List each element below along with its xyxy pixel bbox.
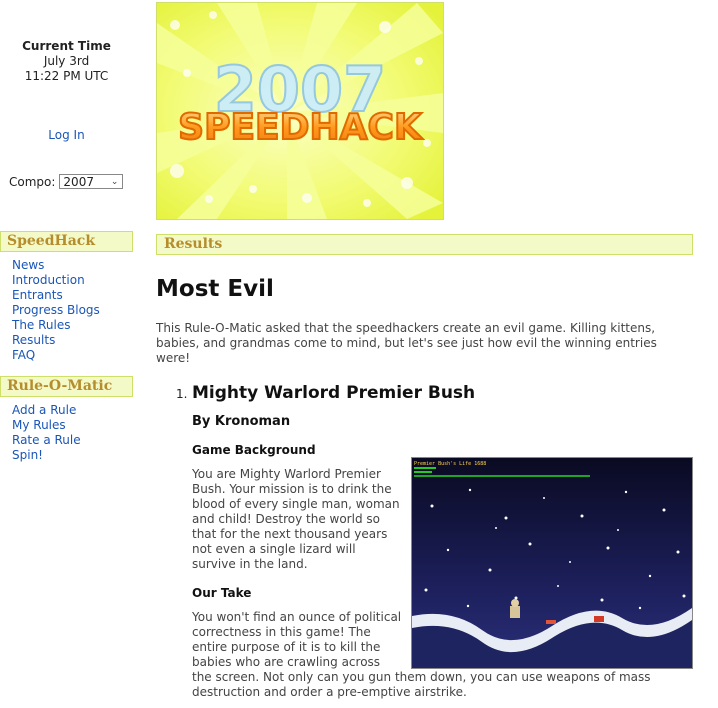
compo-selector: Compo: 2007 ⌄ <box>0 174 133 189</box>
entry-item: 1. Mighty Warlord Premier Bush By Kronom… <box>156 382 693 700</box>
sidebar: Current Time July 3rd 11:22 PM UTC Log I… <box>0 0 133 463</box>
current-date: July 3rd <box>43 54 90 68</box>
nav-news[interactable]: News <box>12 258 44 272</box>
list-item: News <box>12 258 133 273</box>
speedhack-banner-logo: 2007 SPEEDHACK <box>156 2 444 220</box>
login: Log In <box>0 128 133 142</box>
login-link[interactable]: Log In <box>48 128 84 142</box>
results-heading: Results <box>156 234 693 255</box>
speedhack-heading: SpeedHack <box>0 231 133 252</box>
list-item: The Rules <box>12 318 133 333</box>
banner-artwork: 2007 SPEEDHACK <box>157 3 443 219</box>
entry-number: 1. <box>176 387 188 401</box>
nav-rate-a-rule[interactable]: Rate a Rule <box>12 433 81 447</box>
current-time-value: 11:22 PM UTC <box>24 69 109 83</box>
nav-entrants[interactable]: Entrants <box>12 288 63 302</box>
list-item: Add a Rule <box>12 403 133 418</box>
nav-faq[interactable]: FAQ <box>12 348 35 362</box>
main-content: Results Most Evil This Rule-O-Matic aske… <box>156 234 693 700</box>
compo-selected-value: 2007 <box>63 175 94 189</box>
entry-author: By Kronoman <box>192 414 291 429</box>
compo-select[interactable]: 2007 ⌄ <box>59 174 124 189</box>
list-item: Results <box>12 333 133 348</box>
nav-my-rules[interactable]: My Rules <box>12 418 66 432</box>
ruleomatic-heading: Rule-O-Matic <box>0 376 133 397</box>
current-time: Current Time July 3rd 11:22 PM UTC <box>0 39 133 84</box>
list-item: My Rules <box>12 418 133 433</box>
compo-label: Compo: <box>9 174 56 189</box>
nav-spin[interactable]: Spin! <box>12 448 43 462</box>
game-hud-title: Premier Bush's Life 1688 <box>414 461 486 467</box>
game-scene: Premier Bush's Life 1688 <box>412 458 692 668</box>
background-heading: Game Background <box>192 443 316 457</box>
banner-logo-text: SPEEDHACK <box>178 107 423 148</box>
intro-text: This Rule-O-Matic asked that the speedha… <box>156 321 657 365</box>
list-item: Progress Blogs <box>12 303 133 318</box>
game-screenshot: Premier Bush's Life 1688 <box>411 457 693 669</box>
current-time-label: Current Time <box>22 39 111 53</box>
nav-introduction[interactable]: Introduction <box>12 273 85 287</box>
nav-progress-blogs[interactable]: Progress Blogs <box>12 303 100 317</box>
list-item: Rate a Rule <box>12 433 133 448</box>
nav-add-a-rule[interactable]: Add a Rule <box>12 403 76 417</box>
entry-title: Mighty Warlord Premier Bush <box>192 383 476 403</box>
page-title: Most Evil <box>156 276 274 302</box>
nav-the-rules[interactable]: The Rules <box>12 318 71 332</box>
ruleomatic-nav: Add a Rule My Rules Rate a Rule Spin! <box>0 403 133 463</box>
nav-results[interactable]: Results <box>12 333 55 347</box>
list-item: Spin! <box>12 448 133 463</box>
list-item: Entrants <box>12 288 133 303</box>
list-item: FAQ <box>12 348 133 363</box>
speedhack-nav: News Introduction Entrants Progress Blog… <box>0 258 133 363</box>
list-item: Introduction <box>12 273 133 288</box>
chevron-down-icon: ⌄ <box>110 177 119 187</box>
